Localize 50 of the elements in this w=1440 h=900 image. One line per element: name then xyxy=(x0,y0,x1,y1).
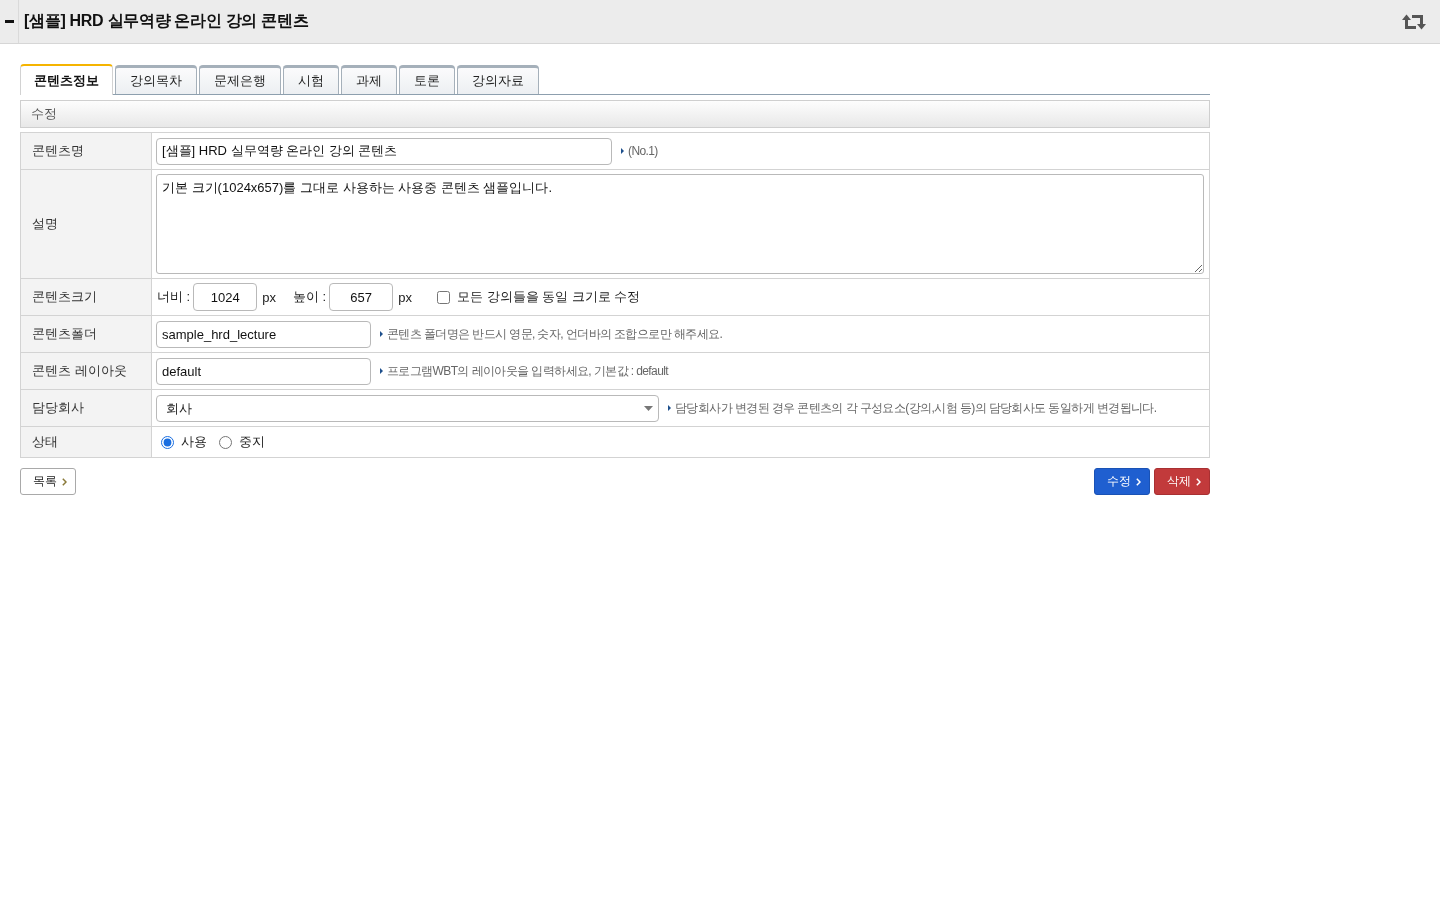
action-button[interactable]: 목록 xyxy=(20,468,76,495)
field-label: 콘텐츠명 xyxy=(32,142,84,160)
checkbox-label: 모든 강의들을 동일 크기로 수정 xyxy=(456,288,641,306)
chevron-right-icon xyxy=(62,477,67,486)
radio-label: 중지 xyxy=(239,433,265,451)
triangle-bullet-icon xyxy=(621,148,624,154)
field-label: 콘텐츠폴더 xyxy=(32,325,97,343)
input-field[interactable]: 657 xyxy=(329,283,394,311)
radio-button[interactable] xyxy=(219,435,232,449)
refresh-icon[interactable] xyxy=(1402,13,1426,30)
minus-icon[interactable] xyxy=(4,20,14,23)
checkbox[interactable] xyxy=(436,290,450,304)
field-label: 설명 xyxy=(32,215,58,233)
field-label: 콘텐츠크기 xyxy=(32,288,97,306)
hint-text: (No.1) xyxy=(628,144,658,158)
radio-label: 사용 xyxy=(181,433,207,451)
triangle-bullet-icon xyxy=(380,331,383,337)
section-title: 수정 xyxy=(31,105,57,123)
textarea-field[interactable]: 기본 크기(1024x657)를 그대로 사용하는 사용중 콘텐츠 샘플입니다. xyxy=(156,174,1204,274)
tab[interactable]: 콘텐츠정보 xyxy=(20,64,113,95)
triangle-bullet-icon xyxy=(668,405,671,411)
tab[interactable]: 강의자료 xyxy=(457,65,539,94)
field-label: 담당회사 xyxy=(32,399,84,417)
unit-text: px xyxy=(398,289,412,305)
unit-text: px xyxy=(262,289,276,305)
hint-text: 담당회사가 변경된 경우 콘텐츠의 각 구성요소(강의,시험 등)의 담당회사도 동일하게 변경됩니다. xyxy=(675,399,1157,417)
company-select[interactable]: 회사 xyxy=(156,394,659,422)
tab[interactable]: 문제은행 xyxy=(199,65,281,94)
page-title: [샘플] HRD 실무역량 온라인 강의 콘텐츠 xyxy=(23,11,309,31)
input-field[interactable]: [샘플] HRD 실무역량 온라인 강의 콘텐츠 xyxy=(156,137,612,165)
input-field[interactable]: 1024 xyxy=(193,283,258,311)
radio-button[interactable] xyxy=(161,435,174,449)
input-field[interactable]: default xyxy=(156,357,371,385)
chevron-right-icon xyxy=(1136,477,1141,486)
field-label: 콘텐츠 레이아웃 xyxy=(32,362,127,380)
chevron-right-icon xyxy=(1196,477,1201,486)
hint-text: 프로그램WBT의 레이아웃을 입력하세요, 기본값 : default xyxy=(387,362,669,380)
input-field[interactable]: sample_hrd_lecture xyxy=(156,320,371,348)
hint-text: 콘텐츠 폴더명은 반드시 영문, 숫자, 언더바의 조합으로만 해주세요. xyxy=(387,325,723,343)
tab[interactable]: 강의목차 xyxy=(115,65,197,94)
tab[interactable]: 시험 xyxy=(283,65,339,94)
tab[interactable]: 과제 xyxy=(341,65,397,94)
tab[interactable]: 토론 xyxy=(399,65,455,94)
triangle-bullet-icon xyxy=(380,368,383,374)
field-caption: 높이 : xyxy=(292,288,327,306)
caret-icon xyxy=(644,405,653,411)
field-caption: 너비 : xyxy=(157,288,191,306)
action-button[interactable]: 수정 xyxy=(1094,468,1150,495)
field-label: 상태 xyxy=(32,433,58,451)
action-button[interactable]: 삭제 xyxy=(1154,468,1210,495)
